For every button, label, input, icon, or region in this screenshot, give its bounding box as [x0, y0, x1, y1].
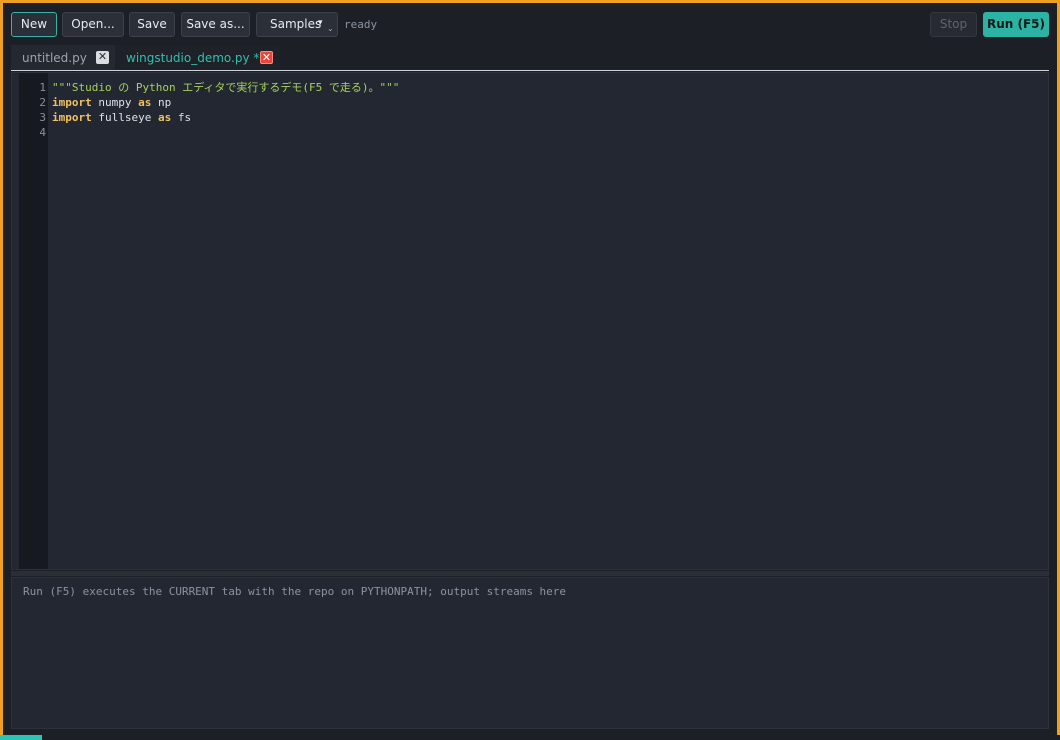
samples-dropdown[interactable]: Samples ▾ ⌄	[256, 12, 338, 37]
tab-label: untitled.py	[22, 51, 87, 65]
tab-wingstudio-demo[interactable]: wingstudio_demo.py * ✕	[115, 45, 280, 70]
toolbar: New Open... Save Save as... Samples ▾ ⌄ …	[11, 12, 1049, 37]
line-number: 3	[39, 111, 46, 124]
string-token: """Studio の Python エディタで実行するデモ(F5 で走る)。"…	[52, 81, 400, 94]
code-line: import numpy as np	[52, 95, 399, 110]
output-panel[interactable]: Run (F5) executes the CURRENT tab with t…	[11, 577, 1049, 729]
code-token: np	[151, 96, 172, 109]
code-area[interactable]: """Studio の Python エディタで実行するデモ(F5 で走る)。"…	[52, 80, 399, 140]
line-number: 4	[39, 126, 46, 139]
code-line: """Studio の Python エディタで実行するデモ(F5 で走る)。"…	[52, 80, 399, 95]
progress-bar	[0, 735, 1060, 740]
code-token: fs	[171, 111, 192, 124]
new-button[interactable]: New	[11, 12, 57, 37]
line-numbers: 1 2 3 4	[19, 80, 46, 140]
code-editor[interactable]: 1 2 3 4 """Studio の Python エディタで実行するデモ(F5 で…	[11, 72, 1049, 570]
tab-untitled[interactable]: untitled.py ✕	[11, 45, 115, 70]
open-button[interactable]: Open...	[62, 12, 124, 37]
tab-bar: untitled.py ✕ wingstudio_demo.py * ✕	[11, 45, 1049, 71]
tab-label: wingstudio_demo.py *	[126, 51, 260, 65]
output-placeholder: Run (F5) executes the CURRENT tab with t…	[23, 585, 567, 598]
code-token: numpy	[91, 96, 139, 109]
close-icon[interactable]: ✕	[260, 51, 273, 64]
dropdown-arrow-icon: ⌄	[327, 24, 334, 33]
save-button[interactable]: Save	[129, 12, 175, 37]
run-button[interactable]: Run (F5)	[983, 12, 1049, 37]
code-line: import fullseye as fs	[52, 110, 399, 125]
keyword-token: as	[157, 111, 172, 124]
keyword-token: import	[52, 96, 92, 109]
keyword-token: import	[52, 111, 92, 124]
samples-label: Samples	[270, 17, 322, 31]
progress-fill	[0, 735, 43, 740]
keyword-token: as	[138, 96, 152, 109]
status-text: ready	[344, 18, 378, 31]
tab-underline	[11, 70, 1049, 71]
stop-button[interactable]: Stop	[930, 12, 977, 37]
chevron-down-icon: ▾	[318, 18, 323, 28]
line-number: 2	[39, 96, 46, 109]
line-number: 1	[39, 81, 46, 94]
panel-splitter[interactable]	[11, 571, 1049, 576]
code-token: fullseye	[91, 111, 158, 124]
close-icon[interactable]: ✕	[96, 51, 109, 64]
save-as-button[interactable]: Save as...	[181, 12, 250, 37]
line-gutter: 1 2 3 4	[19, 73, 48, 569]
